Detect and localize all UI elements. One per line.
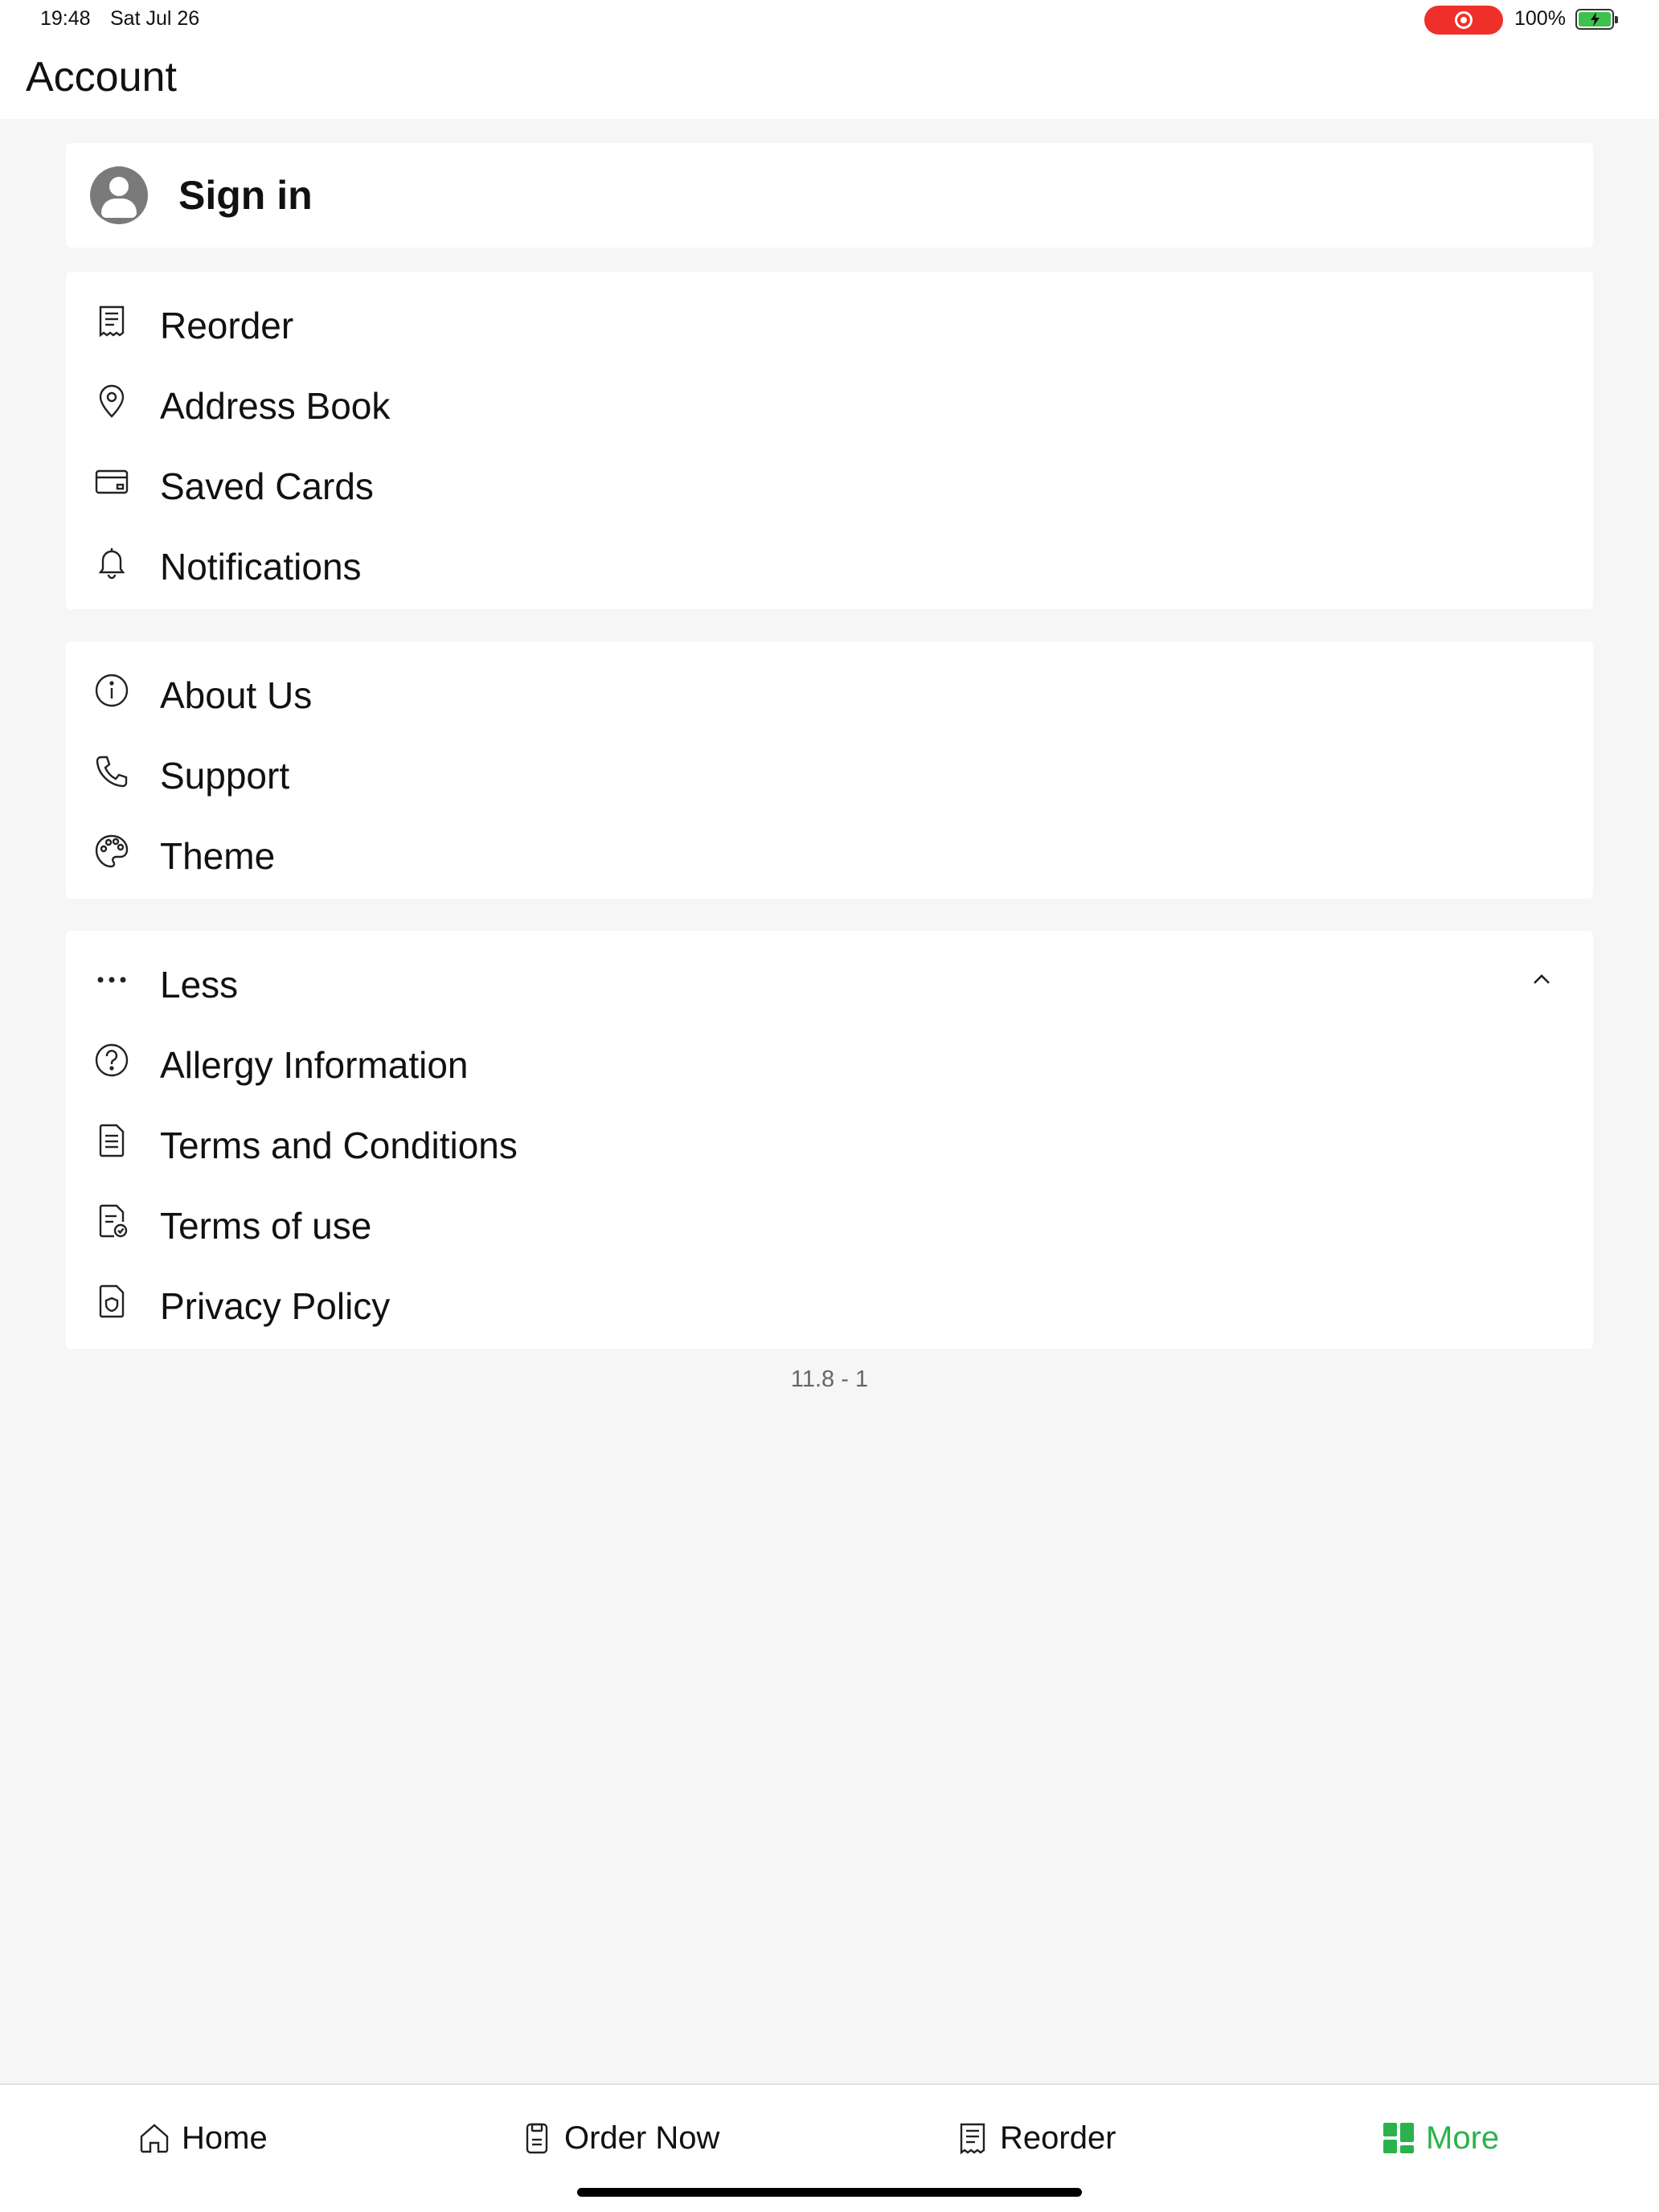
status-date: Sat Jul 26 — [110, 7, 200, 30]
sign-in-button[interactable]: Sign in — [66, 143, 1593, 248]
order-icon — [526, 2123, 548, 2154]
menu-item-label: Support — [160, 755, 290, 797]
menu-item-label: About Us — [160, 674, 313, 716]
more-section: Less Allergy Information Terms and Condi… — [66, 931, 1593, 1349]
menu-item-label: Saved Cards — [160, 465, 374, 507]
page-header: Account — [0, 42, 1659, 119]
menu-item-label: Privacy Policy — [160, 1285, 391, 1327]
menu-item-theme[interactable]: Theme — [66, 810, 1593, 891]
menu-item-allergy-information[interactable]: Allergy Information — [66, 1019, 1593, 1100]
location-pin-icon — [99, 384, 125, 418]
user-avatar-icon — [90, 166, 148, 224]
tab-label: Order Now — [564, 2120, 720, 2156]
tab-more[interactable]: More — [1381, 2116, 1499, 2161]
menu-item-notifications[interactable]: Notifications — [66, 521, 1593, 601]
menu-item-privacy-policy[interactable]: Privacy Policy — [66, 1260, 1593, 1341]
ellipsis-icon — [97, 977, 126, 983]
battery-percent: 100% — [1514, 7, 1566, 30]
bell-icon — [98, 548, 125, 580]
document-check-icon — [99, 1204, 128, 1238]
page-title: Account — [26, 54, 177, 100]
credit-card-icon — [95, 469, 129, 494]
shield-document-icon — [99, 1284, 125, 1318]
menu-item-label: Reorder — [160, 305, 294, 346]
less-toggle-button[interactable]: Less — [66, 939, 1593, 1019]
grid-icon — [1383, 2123, 1414, 2153]
info-section: About Us Support Theme — [66, 641, 1593, 899]
account-section: Reorder Address Book Saved Cards Notific… — [66, 272, 1593, 609]
status-bar: 19:48 Sat Jul 26 100% — [0, 0, 1659, 42]
menu-item-address-book[interactable]: Address Book — [66, 360, 1593, 440]
menu-item-about-us[interactable]: About Us — [66, 649, 1593, 730]
less-toggle-label: Less — [160, 964, 239, 1006]
palette-icon — [95, 834, 129, 868]
document-list-icon — [99, 1124, 125, 1157]
menu-item-label: Address Book — [160, 385, 391, 427]
home-icon — [140, 2124, 169, 2153]
menu-item-support[interactable]: Support — [66, 730, 1593, 810]
phone-icon — [96, 756, 128, 788]
screen-recording-icon — [1424, 6, 1503, 35]
status-time: 19:48 — [40, 7, 91, 30]
tab-order-now[interactable]: Order Now — [519, 2116, 719, 2161]
tab-label: Reorder — [1000, 2120, 1116, 2156]
receipt-icon — [960, 2123, 985, 2155]
question-circle-icon — [95, 1043, 129, 1077]
app-version: 11.8 - 1 — [790, 1366, 869, 1392]
chevron-up-icon[interactable] — [1527, 965, 1556, 993]
tab-home[interactable]: Home — [137, 2116, 268, 2161]
tab-reorder[interactable]: Reorder — [955, 2116, 1116, 2161]
tab-label: Home — [182, 2120, 268, 2156]
battery-charging-icon — [1575, 9, 1618, 30]
menu-item-label: Allergy Information — [160, 1044, 469, 1086]
menu-item-label: Terms of use — [160, 1205, 372, 1247]
menu-item-label: Theme — [160, 835, 276, 877]
menu-item-saved-cards[interactable]: Saved Cards — [66, 440, 1593, 521]
info-icon — [95, 674, 129, 707]
menu-item-label: Notifications — [160, 546, 362, 588]
menu-item-terms-of-use[interactable]: Terms of use — [66, 1180, 1593, 1260]
menu-item-reorder[interactable]: Reorder — [66, 280, 1593, 360]
home-indicator[interactable] — [577, 2188, 1082, 2197]
receipt-icon — [99, 305, 125, 338]
menu-item-label: Terms and Conditions — [160, 1124, 518, 1166]
tab-label: More — [1426, 2120, 1500, 2156]
sign-in-label: Sign in — [178, 173, 313, 218]
menu-item-terms-and-conditions[interactable]: Terms and Conditions — [66, 1100, 1593, 1180]
